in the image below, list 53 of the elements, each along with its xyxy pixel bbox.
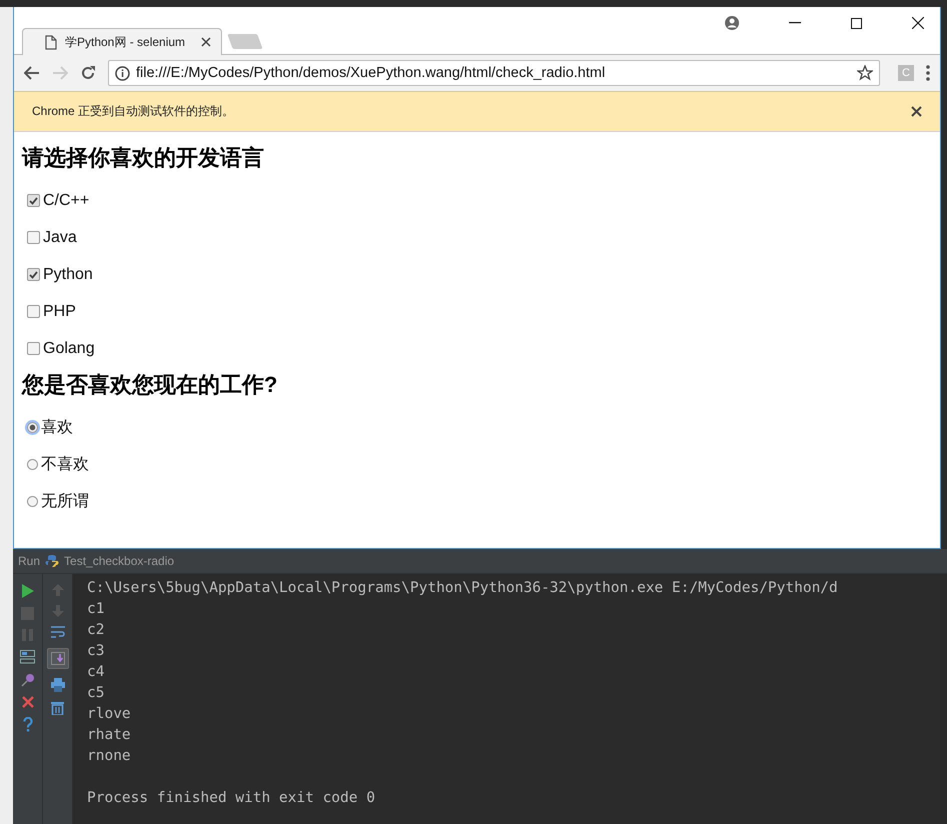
console-line: c4 — [87, 663, 106, 682]
checkbox[interactable] — [27, 305, 40, 318]
page-icon — [45, 34, 57, 50]
star-icon[interactable] — [857, 65, 873, 81]
radio-button[interactable] — [27, 459, 38, 470]
back-arrow-icon[interactable] — [24, 66, 40, 80]
automation-notice: Chrome 正受到自动测试软件的控制。 — [32, 103, 234, 120]
console-line: c5 — [87, 684, 106, 703]
close-icon[interactable] — [911, 106, 922, 117]
option-label: Java — [43, 228, 77, 246]
exit-message: Process finished with exit code 0 — [87, 789, 376, 808]
maximize-icon[interactable] — [851, 18, 862, 28]
console-line: rlove — [87, 705, 132, 724]
trash-icon[interactable] — [51, 701, 64, 715]
browser-tab[interactable]: 学Python网 - selenium — [22, 28, 222, 55]
option-label: Python — [43, 266, 93, 284]
python-icon — [45, 554, 60, 568]
option-label: C/C++ — [43, 192, 90, 210]
console-line: rhate — [87, 726, 132, 745]
scroll-to-end-button[interactable] — [46, 648, 68, 669]
checkbox[interactable] — [27, 231, 40, 244]
close-icon[interactable] — [201, 37, 211, 47]
console-line: c3 — [87, 642, 106, 661]
reload-icon[interactable] — [80, 65, 96, 81]
run-icon[interactable] — [20, 584, 34, 598]
printer-icon[interactable] — [50, 678, 64, 692]
address-bar[interactable]: file:///E:/MyCodes/Python/demos/XuePython.wang/html/check_radio.html — [108, 60, 880, 86]
option-label: 无所谓 — [41, 492, 89, 512]
console-line: C:\Users\5bug\AppData\Local\Programs\Python\Python36-32\python.exe E:/MyCodes/Python/d — [87, 579, 838, 598]
minimize-icon[interactable] — [789, 22, 801, 24]
close-icon[interactable] — [912, 17, 924, 29]
option-label: 喜欢 — [41, 418, 73, 438]
console-line: c1 — [87, 600, 106, 619]
section-heading: 您是否喜欢您现在的工作? — [22, 371, 278, 399]
option-label: Golang — [43, 340, 95, 358]
panel-title: Run — [18, 554, 40, 568]
wrap-icon[interactable] — [50, 626, 64, 639]
section-heading: 请选择你喜欢的开发语言 — [22, 144, 265, 172]
info-icon[interactable] — [115, 66, 130, 80]
radio-button[interactable] — [27, 422, 38, 433]
radio-button[interactable] — [27, 496, 38, 507]
option-label: PHP — [43, 302, 76, 320]
console-line: rnone — [87, 747, 132, 766]
profile-icon[interactable] — [725, 16, 739, 30]
option-label: 不喜欢 — [41, 454, 89, 475]
console-line: c2 — [87, 621, 106, 640]
menu-icon[interactable] — [926, 65, 930, 81]
checkbox[interactable] — [27, 342, 40, 355]
run-config-name: Test_checkbox-radio — [64, 554, 174, 568]
help-icon[interactable] — [22, 717, 32, 732]
layout-icon[interactable] — [20, 650, 35, 664]
checkbox[interactable] — [27, 194, 40, 207]
checkbox[interactable] — [27, 268, 40, 281]
